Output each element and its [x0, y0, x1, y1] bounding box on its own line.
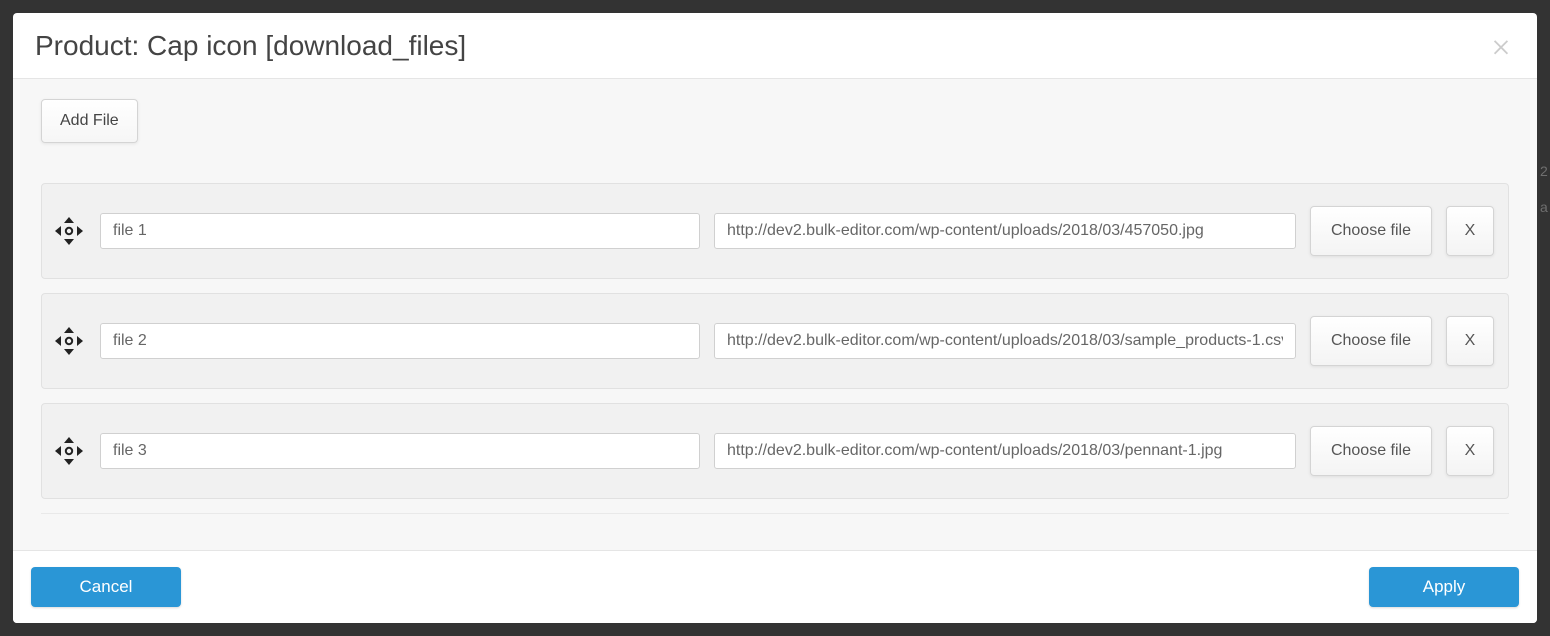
- bg-text-2: a: [1540, 200, 1550, 215]
- separator: [41, 513, 1509, 514]
- drag-handle-icon[interactable]: [52, 324, 86, 358]
- file-name-input[interactable]: [100, 213, 700, 249]
- file-row: Choose file X: [41, 403, 1509, 499]
- bg-text-1: 2: [1540, 164, 1550, 179]
- modal-header: Product: Cap icon [download_files]: [13, 13, 1537, 79]
- remove-file-button[interactable]: X: [1446, 206, 1494, 256]
- modal-body: Add File Choose file X Choose file X: [13, 79, 1537, 550]
- apply-button[interactable]: Apply: [1369, 567, 1519, 607]
- drag-handle-icon[interactable]: [52, 214, 86, 248]
- add-file-button[interactable]: Add File: [41, 99, 138, 143]
- file-url-input[interactable]: [714, 213, 1296, 249]
- file-name-input[interactable]: [100, 323, 700, 359]
- choose-file-button[interactable]: Choose file: [1310, 316, 1432, 366]
- choose-file-button[interactable]: Choose file: [1310, 426, 1432, 476]
- remove-file-button[interactable]: X: [1446, 426, 1494, 476]
- file-name-input[interactable]: [100, 433, 700, 469]
- modal-title: Product: Cap icon [download_files]: [35, 30, 466, 62]
- remove-file-button[interactable]: X: [1446, 316, 1494, 366]
- file-row: Choose file X: [41, 183, 1509, 279]
- file-row: Choose file X: [41, 293, 1509, 389]
- file-rows: Choose file X Choose file X Choose file: [41, 183, 1509, 499]
- download-files-modal: Product: Cap icon [download_files] Add F…: [13, 13, 1537, 623]
- close-icon[interactable]: [1487, 32, 1515, 60]
- modal-footer: Cancel Apply: [13, 550, 1537, 623]
- drag-handle-icon[interactable]: [52, 434, 86, 468]
- cancel-button[interactable]: Cancel: [31, 567, 181, 607]
- file-url-input[interactable]: [714, 323, 1296, 359]
- choose-file-button[interactable]: Choose file: [1310, 206, 1432, 256]
- file-url-input[interactable]: [714, 433, 1296, 469]
